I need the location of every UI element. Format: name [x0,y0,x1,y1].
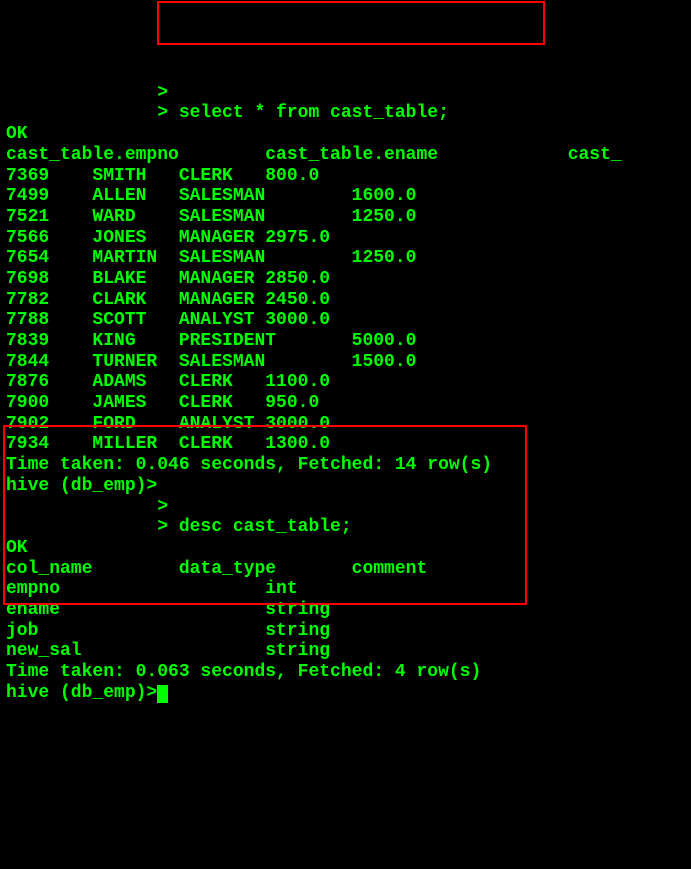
cursor [157,685,168,703]
terminal-output[interactable]: > > select * from cast_table; OK cast_ta… [6,83,691,704]
highlight-box-1 [157,1,545,45]
